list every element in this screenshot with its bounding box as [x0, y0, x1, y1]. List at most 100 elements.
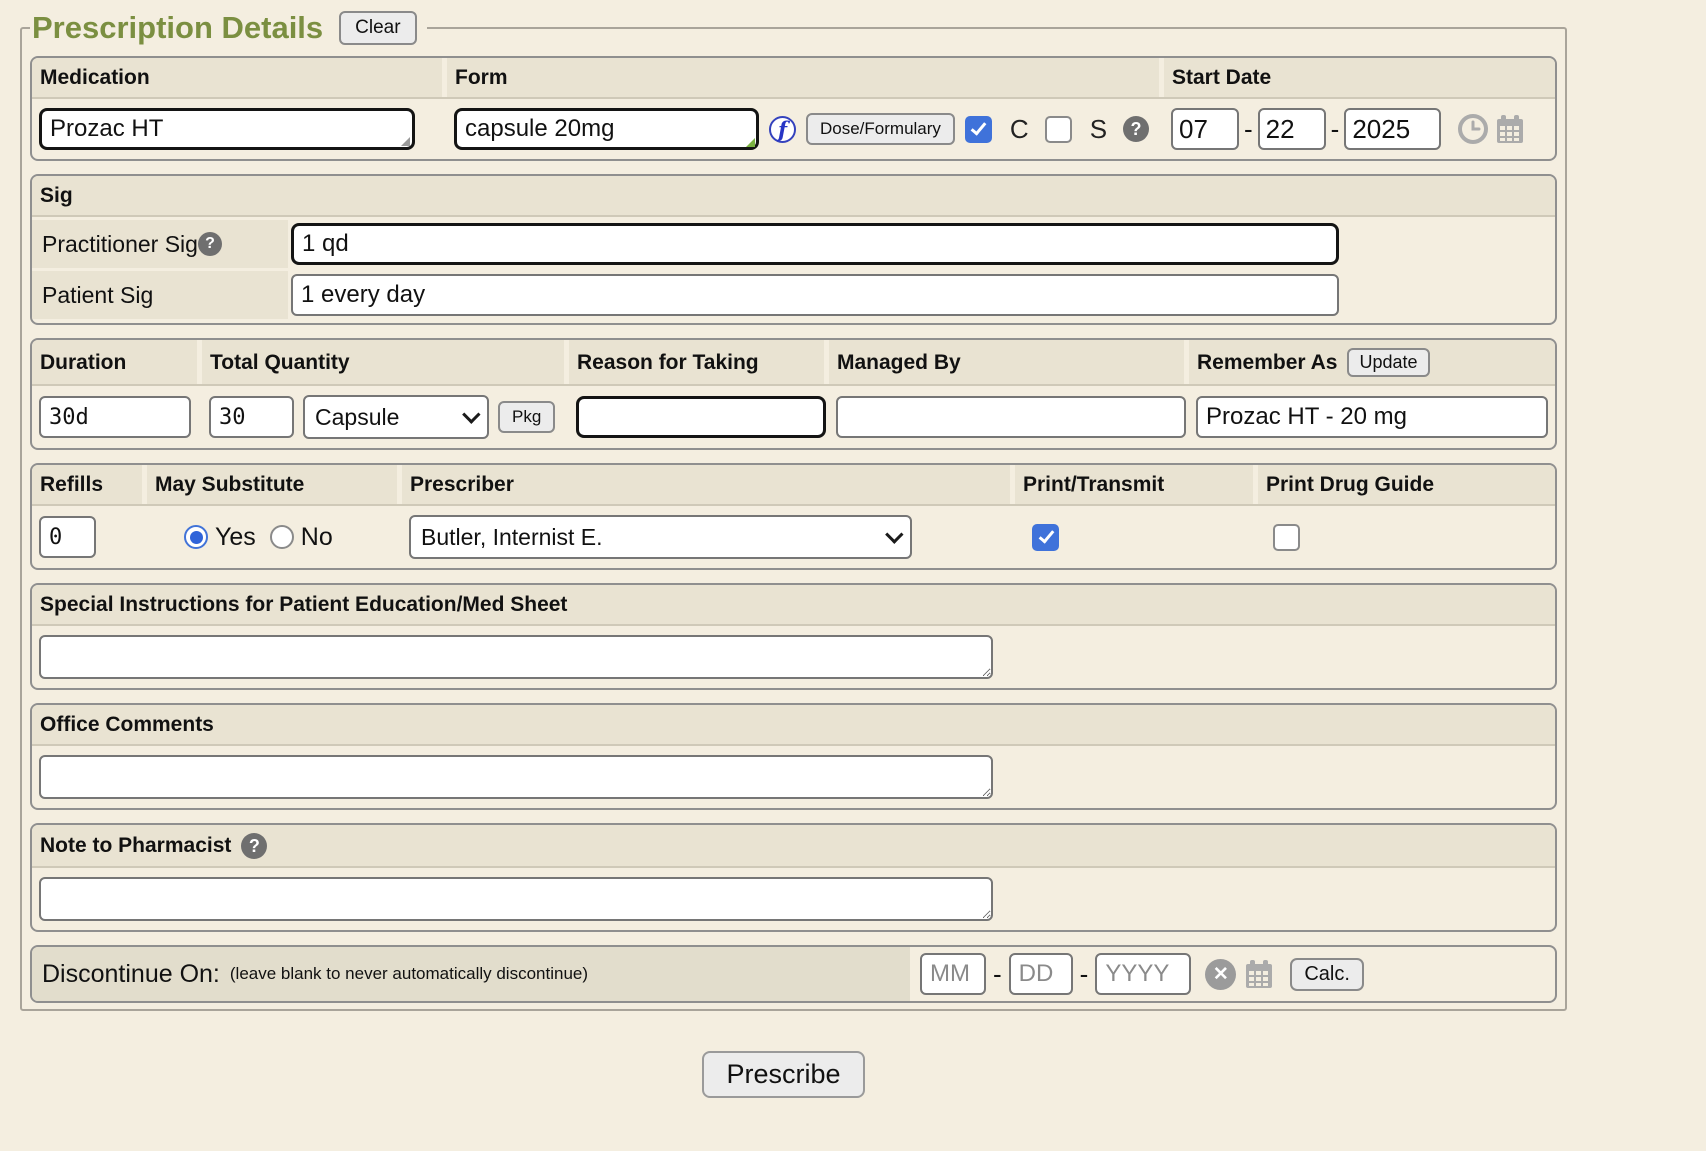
start-date-label: Start Date [1164, 58, 1555, 97]
resize-grip-icon[interactable] [746, 138, 755, 147]
note-to-pharmacist-header-text: Note to Pharmacist [40, 834, 231, 858]
discontinue-label: Discontinue On: [42, 960, 220, 989]
sig-header: Sig [32, 176, 1555, 215]
check-icon [971, 119, 987, 136]
date-separator: - [993, 959, 1002, 990]
discontinue-year-input[interactable] [1095, 953, 1191, 995]
formulary-icon[interactable]: f [769, 116, 796, 143]
start-day-input[interactable] [1258, 108, 1326, 150]
refills-section-fields: Yes No Butler, Internist E. [32, 506, 1555, 568]
reason-for-taking-label: Reason for Taking [569, 340, 824, 384]
prescriber-label: Prescriber [402, 465, 1010, 504]
patient-sig-input[interactable] [291, 274, 1339, 316]
print-transmit-checkbox[interactable] [1032, 524, 1059, 551]
print-drug-guide-label: Print Drug Guide [1258, 465, 1555, 504]
page-title: Prescription Details [32, 10, 323, 46]
substitute-no-label: No [301, 523, 333, 552]
print-drug-guide-checkbox[interactable] [1273, 524, 1300, 551]
start-month-input[interactable] [1171, 108, 1239, 150]
refills-label: Refills [32, 465, 142, 504]
s-checkbox[interactable] [1045, 116, 1072, 143]
prescriber-select-value: Butler, Internist E. [421, 524, 603, 551]
radio-dot-icon [190, 531, 203, 544]
special-instructions-section: Special Instructions for Patient Educati… [30, 583, 1557, 690]
total-quantity-label: Total Quantity [202, 340, 564, 384]
note-to-pharmacist-section: Note to Pharmacist ? [30, 823, 1557, 932]
discontinue-day-input[interactable] [1009, 953, 1073, 995]
calc-button[interactable]: Calc. [1290, 958, 1364, 991]
medication-section-header: Medication Form Start Date [32, 58, 1555, 99]
practitioner-sig-row: Practitioner Sig? [32, 220, 1555, 268]
managed-by-input[interactable] [836, 396, 1186, 438]
reason-for-taking-input[interactable] [576, 396, 826, 438]
special-instructions-textarea[interactable] [39, 635, 993, 679]
pkg-button[interactable]: Pkg [498, 401, 555, 433]
note-to-pharmacist-textarea[interactable] [39, 877, 993, 921]
discontinue-label-cell: Discontinue On: (leave blank to never au… [32, 947, 910, 1001]
date-separator: - [1244, 114, 1253, 145]
managed-by-label: Managed By [829, 340, 1184, 384]
c-checkbox[interactable] [965, 116, 992, 143]
date-separator: - [1080, 959, 1089, 990]
prescription-details-fieldset: Prescription Details Clear Medication Fo… [20, 10, 1567, 1011]
start-year-input[interactable] [1344, 108, 1441, 150]
quantity-section-fields: Capsule Pkg [32, 386, 1555, 448]
clear-button[interactable]: Clear [339, 11, 416, 45]
help-icon[interactable]: ? [198, 232, 222, 256]
form-label: Form [447, 58, 1159, 97]
prescribe-button[interactable]: Prescribe [702, 1051, 864, 1098]
remember-as-input[interactable] [1196, 396, 1548, 438]
sig-section: Sig Practitioner Sig? Patient Sig [30, 174, 1557, 325]
discontinue-month-input[interactable] [920, 953, 986, 995]
refills-section: Refills May Substitute Prescriber Print/… [30, 463, 1557, 570]
prescriber-select[interactable]: Butler, Internist E. [409, 515, 912, 559]
c-checkbox-label: C [1010, 114, 1029, 145]
duration-input[interactable] [39, 396, 191, 438]
substitute-no-radio[interactable] [270, 525, 294, 549]
may-substitute-label: May Substitute [147, 465, 397, 504]
medication-section-fields: f Dose/Formulary C S ? - - [32, 99, 1555, 159]
prescription-details-panel: Prescription Details Clear Medication Fo… [20, 10, 1547, 1098]
total-quantity-input[interactable] [209, 396, 294, 438]
substitute-yes-radio[interactable] [184, 525, 208, 549]
check-icon [1038, 527, 1054, 544]
clear-date-icon[interactable]: ✕ [1205, 959, 1236, 990]
help-icon[interactable]: ? [241, 833, 267, 859]
fieldset-legend: Prescription Details Clear [30, 10, 427, 46]
office-comments-section: Office Comments [30, 703, 1557, 810]
help-icon[interactable]: ? [1123, 116, 1149, 142]
s-checkbox-label: S [1090, 114, 1107, 145]
clock-icon[interactable] [1457, 113, 1489, 145]
practitioner-sig-input[interactable] [291, 223, 1339, 265]
resize-grip-icon[interactable] [401, 137, 410, 146]
duration-label: Duration [32, 340, 197, 384]
special-instructions-header: Special Instructions for Patient Educati… [32, 585, 1555, 624]
calendar-icon[interactable] [1493, 112, 1527, 146]
medication-section: Medication Form Start Date f [30, 56, 1557, 161]
remember-as-label-text: Remember As [1197, 351, 1337, 375]
patient-sig-label: Patient Sig [32, 271, 288, 319]
date-separator: - [1331, 114, 1340, 145]
note-to-pharmacist-header: Note to Pharmacist ? [32, 825, 1555, 866]
substitute-yes-label: Yes [215, 523, 256, 552]
discontinue-fields: - - ✕ Ca [920, 947, 1364, 1001]
practitioner-sig-label-text: Practitioner Sig [42, 231, 198, 258]
office-comments-textarea[interactable] [39, 755, 993, 799]
refills-input[interactable] [39, 516, 96, 558]
chevron-down-icon [885, 525, 903, 543]
patient-sig-row: Patient Sig [32, 271, 1555, 319]
office-comments-header: Office Comments [32, 705, 1555, 744]
discontinue-section: Discontinue On: (leave blank to never au… [30, 945, 1557, 1003]
practitioner-sig-label: Practitioner Sig? [32, 220, 288, 268]
quantity-section: Duration Total Quantity Reason for Takin… [30, 338, 1557, 450]
medication-label: Medication [32, 58, 442, 97]
print-transmit-label: Print/Transmit [1015, 465, 1253, 504]
remember-as-label: Remember As Update [1189, 340, 1555, 384]
unit-select[interactable]: Capsule [303, 395, 489, 439]
update-button[interactable]: Update [1347, 348, 1429, 377]
discontinue-hint: (leave blank to never automatically disc… [230, 964, 588, 984]
form-input[interactable] [454, 108, 759, 150]
medication-input[interactable] [39, 108, 415, 150]
dose-formulary-button[interactable]: Dose/Formulary [806, 113, 955, 145]
calendar-icon[interactable] [1242, 957, 1276, 991]
